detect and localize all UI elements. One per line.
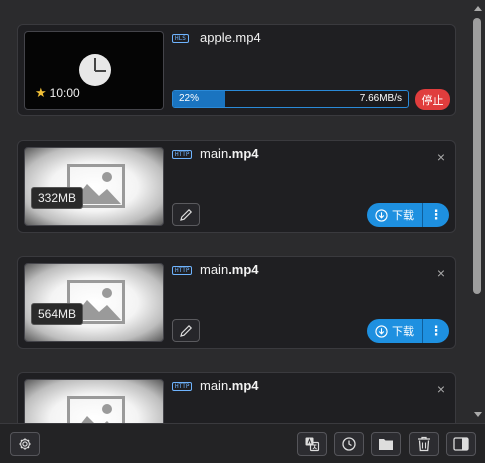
protocol-badge: HTTP <box>172 382 193 391</box>
close-icon[interactable]: × <box>437 149 445 165</box>
open-folder-button[interactable] <box>371 432 401 456</box>
sidebar-panel-icon <box>453 437 469 451</box>
video-thumbnail: ★ 10:00 <box>24 31 164 110</box>
duration-label: ★ 10:00 <box>35 85 80 101</box>
file-name-base: main <box>200 262 229 277</box>
edit-button[interactable] <box>172 203 200 226</box>
file-name-ext: .mp4 <box>228 262 259 277</box>
download-item: 564MB HTTP main.mp4 × 下载 ⋮ <box>17 256 456 349</box>
delete-button[interactable] <box>409 432 439 456</box>
gear-icon <box>19 438 31 450</box>
scroll-thumb[interactable] <box>473 18 481 294</box>
scroll-up-arrow[interactable] <box>474 6 482 11</box>
translate-icon <box>305 437 320 452</box>
download-item: 332MB HTTP main.mp4 × 下载 ⋮ <box>17 140 456 233</box>
download-label: 下载 <box>392 210 414 222</box>
download-speed: 7.66MB/s <box>359 93 402 104</box>
close-icon[interactable]: × <box>437 265 445 281</box>
translate-button[interactable] <box>297 432 327 456</box>
progress-bar: 22% 7.66MB/s <box>172 90 409 108</box>
progress-percent: 22% <box>179 93 200 104</box>
download-more-button[interactable]: ⋮ <box>423 203 449 227</box>
download-button-group: 下载 ⋮ <box>367 319 449 343</box>
clock-icon <box>342 437 356 451</box>
protocol-badge: HTTP <box>172 150 193 159</box>
bottom-toolbar <box>0 423 485 463</box>
file-name: main.mp4 <box>200 262 259 277</box>
panel-toggle-button[interactable] <box>446 432 476 456</box>
duration-text: 10:00 <box>49 86 80 100</box>
edit-button[interactable] <box>172 319 200 342</box>
app-window: ★ 10:00 HLS apple.mp4 22% 7.66MB/s 停止 33… <box>0 0 485 463</box>
file-name-base: main <box>200 378 229 393</box>
stop-button[interactable]: 停止 <box>415 89 450 110</box>
file-name-ext: .mp4 <box>228 146 259 161</box>
history-button[interactable] <box>334 432 364 456</box>
download-button[interactable]: 下载 <box>367 203 423 227</box>
image-placeholder-thumbnail: 332MB <box>24 147 164 226</box>
protocol-badge: HTTP <box>172 266 193 275</box>
download-button-group: 下载 ⋮ <box>367 203 449 227</box>
download-label: 下载 <box>392 326 414 338</box>
file-name-base: apple <box>200 30 232 45</box>
download-more-button[interactable]: ⋮ <box>423 319 449 343</box>
trash-icon <box>418 436 430 452</box>
image-placeholder-thumbnail <box>24 379 164 423</box>
settings-button[interactable] <box>10 432 40 456</box>
scrollbar[interactable] <box>470 0 485 423</box>
scroll-down-arrow[interactable] <box>474 412 482 417</box>
image-placeholder-thumbnail: 564MB <box>24 263 164 342</box>
folder-icon <box>379 439 393 450</box>
file-size-badge: 564MB <box>31 303 84 325</box>
star-icon: ★ <box>35 85 47 100</box>
file-name: main.mp4 <box>200 378 259 393</box>
download-item: ★ 10:00 HLS apple.mp4 22% 7.66MB/s 停止 <box>17 24 456 116</box>
file-size-badge: 332MB <box>31 187 84 209</box>
download-list: ★ 10:00 HLS apple.mp4 22% 7.66MB/s 停止 33… <box>0 0 470 423</box>
download-item: HTTP main.mp4 × <box>17 372 456 423</box>
file-name: apple.mp4 <box>200 30 261 45</box>
download-circle-icon <box>375 324 388 338</box>
protocol-badge: HLS <box>172 34 189 43</box>
file-name-ext: .mp4 <box>231 30 261 45</box>
file-name: main.mp4 <box>200 146 259 161</box>
image-icon <box>67 396 125 423</box>
download-button[interactable]: 下载 <box>367 319 423 343</box>
pencil-icon <box>180 208 193 221</box>
download-circle-icon <box>375 208 388 222</box>
file-name-ext: .mp4 <box>228 378 259 393</box>
video-frame-clock <box>79 54 111 86</box>
file-name-base: main <box>200 146 229 161</box>
pencil-icon <box>180 324 193 337</box>
close-icon[interactable]: × <box>437 381 445 397</box>
